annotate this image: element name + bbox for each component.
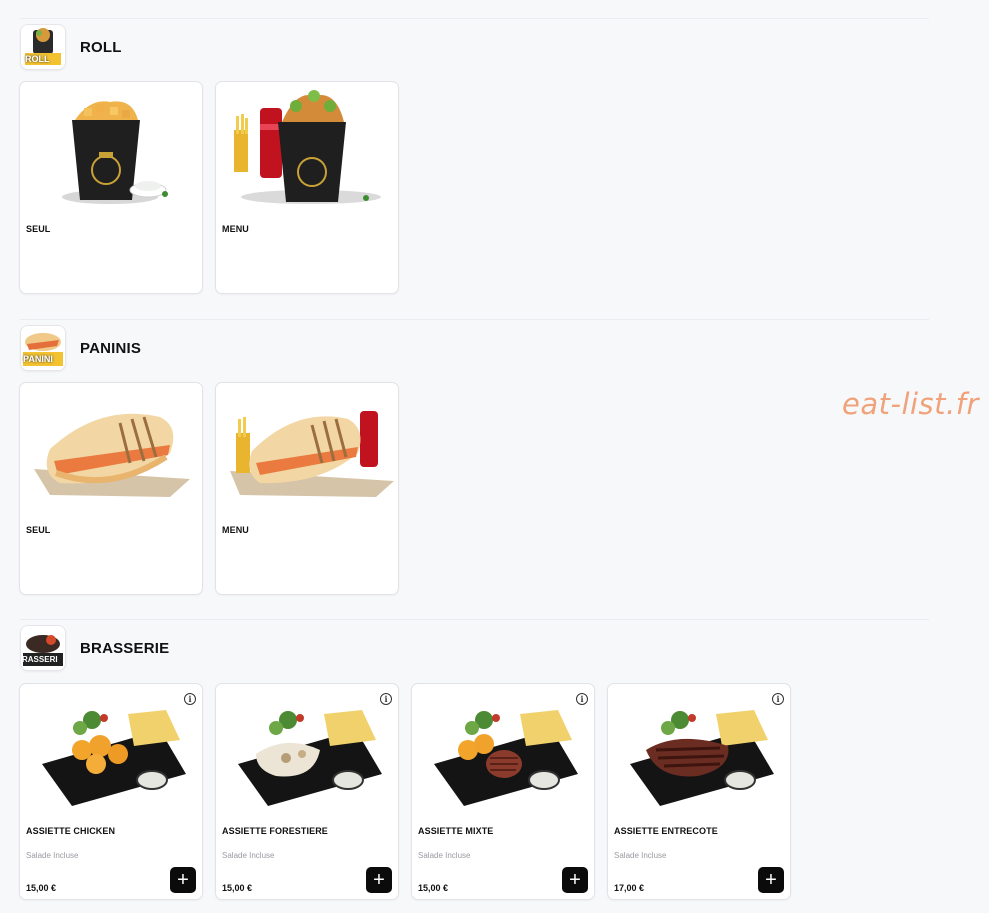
panini-menu-image <box>230 411 394 497</box>
watermark-text: eat-list.fr <box>842 387 979 421</box>
add-to-cart-button[interactable]: + <box>366 867 392 893</box>
product-name: ASSIETTE MIXTE <box>418 826 494 836</box>
brasserie-category-icon: RASSERI <box>20 625 66 671</box>
section-header: ROLL ROLL <box>20 24 122 70</box>
section-roll: ROLL ROLL SEUL MENU <box>0 18 989 298</box>
product-name: ASSIETTE FORESTIERE <box>222 826 328 836</box>
roll-seul-image <box>62 101 168 204</box>
product-name: ASSIETTE ENTRECOTE <box>614 826 718 836</box>
section-header: RASSERI BRASSERIE <box>20 625 169 671</box>
section-title: PANINIS <box>80 339 142 357</box>
add-to-cart-button[interactable]: + <box>758 867 784 893</box>
add-to-cart-button[interactable]: + <box>170 867 196 893</box>
section-divider <box>20 319 929 320</box>
info-icon[interactable]: i <box>184 693 196 705</box>
section-header: PANINI PANINIS <box>20 325 141 371</box>
product-card-assiette-chicken[interactable]: i ASSIETTE CHICKEN Salade Incluse 15,00 … <box>19 683 203 900</box>
info-icon[interactable]: i <box>772 693 784 705</box>
product-name: MENU <box>222 525 249 535</box>
add-to-cart-button[interactable]: + <box>562 867 588 893</box>
product-price: 17,00 € <box>614 883 645 893</box>
section-divider <box>20 619 929 620</box>
product-price: 15,00 € <box>26 883 57 893</box>
panini-icon-label: PANINI <box>23 354 53 364</box>
product-card-assiette-entrecote[interactable]: i ASSIETTE ENTRECOTE Salade Incluse 17,0… <box>607 683 791 900</box>
product-card-roll-seul[interactable]: SEUL <box>19 81 203 294</box>
product-name: SEUL <box>26 525 51 535</box>
product-price: 15,00 € <box>222 883 253 893</box>
assiette-mixte-image <box>434 710 578 806</box>
product-subtitle: Salade Incluse <box>614 851 667 860</box>
panini-category-icon: PANINI <box>20 325 66 371</box>
section-brasserie: RASSERI BRASSERIE i ASSIETTE CHICKEN Sal… <box>0 619 989 913</box>
product-card-panini-menu[interactable]: MENU <box>215 382 399 595</box>
product-name: SEUL <box>26 224 51 234</box>
product-card-assiette-mixte[interactable]: i ASSIETTE MIXTE Salade Incluse 15,00 € … <box>411 683 595 900</box>
product-card-panini-seul[interactable]: SEUL <box>19 382 203 595</box>
info-icon[interactable]: i <box>576 693 588 705</box>
roll-category-icon: ROLL <box>20 24 66 70</box>
product-price: 15,00 € <box>418 883 449 893</box>
assiette-forestiere-image <box>238 710 382 806</box>
section-title: BRASSERIE <box>80 639 170 657</box>
product-card-assiette-forestiere[interactable]: i ASSIETTE FORESTIERE Salade Incluse 15,… <box>215 683 399 900</box>
info-icon[interactable]: i <box>380 693 392 705</box>
brasserie-icon-label: RASSERI <box>22 655 58 664</box>
assiette-entrecote-image <box>630 710 774 806</box>
section-divider <box>20 18 929 19</box>
product-card-roll-menu[interactable]: MENU <box>215 81 399 294</box>
section-paninis: PANINI PANINIS SEUL MENU <box>0 319 989 599</box>
section-title: ROLL <box>80 38 122 56</box>
product-subtitle: Salade Incluse <box>222 851 275 860</box>
product-subtitle: Salade Incluse <box>26 851 79 860</box>
roll-icon-label: ROLL <box>25 54 50 64</box>
roll-menu-image <box>234 90 381 204</box>
product-name: MENU <box>222 224 249 234</box>
product-subtitle: Salade Incluse <box>418 851 471 860</box>
product-name: ASSIETTE CHICKEN <box>26 826 116 836</box>
assiette-chicken-image <box>42 710 186 806</box>
panini-seul-image <box>34 413 190 497</box>
